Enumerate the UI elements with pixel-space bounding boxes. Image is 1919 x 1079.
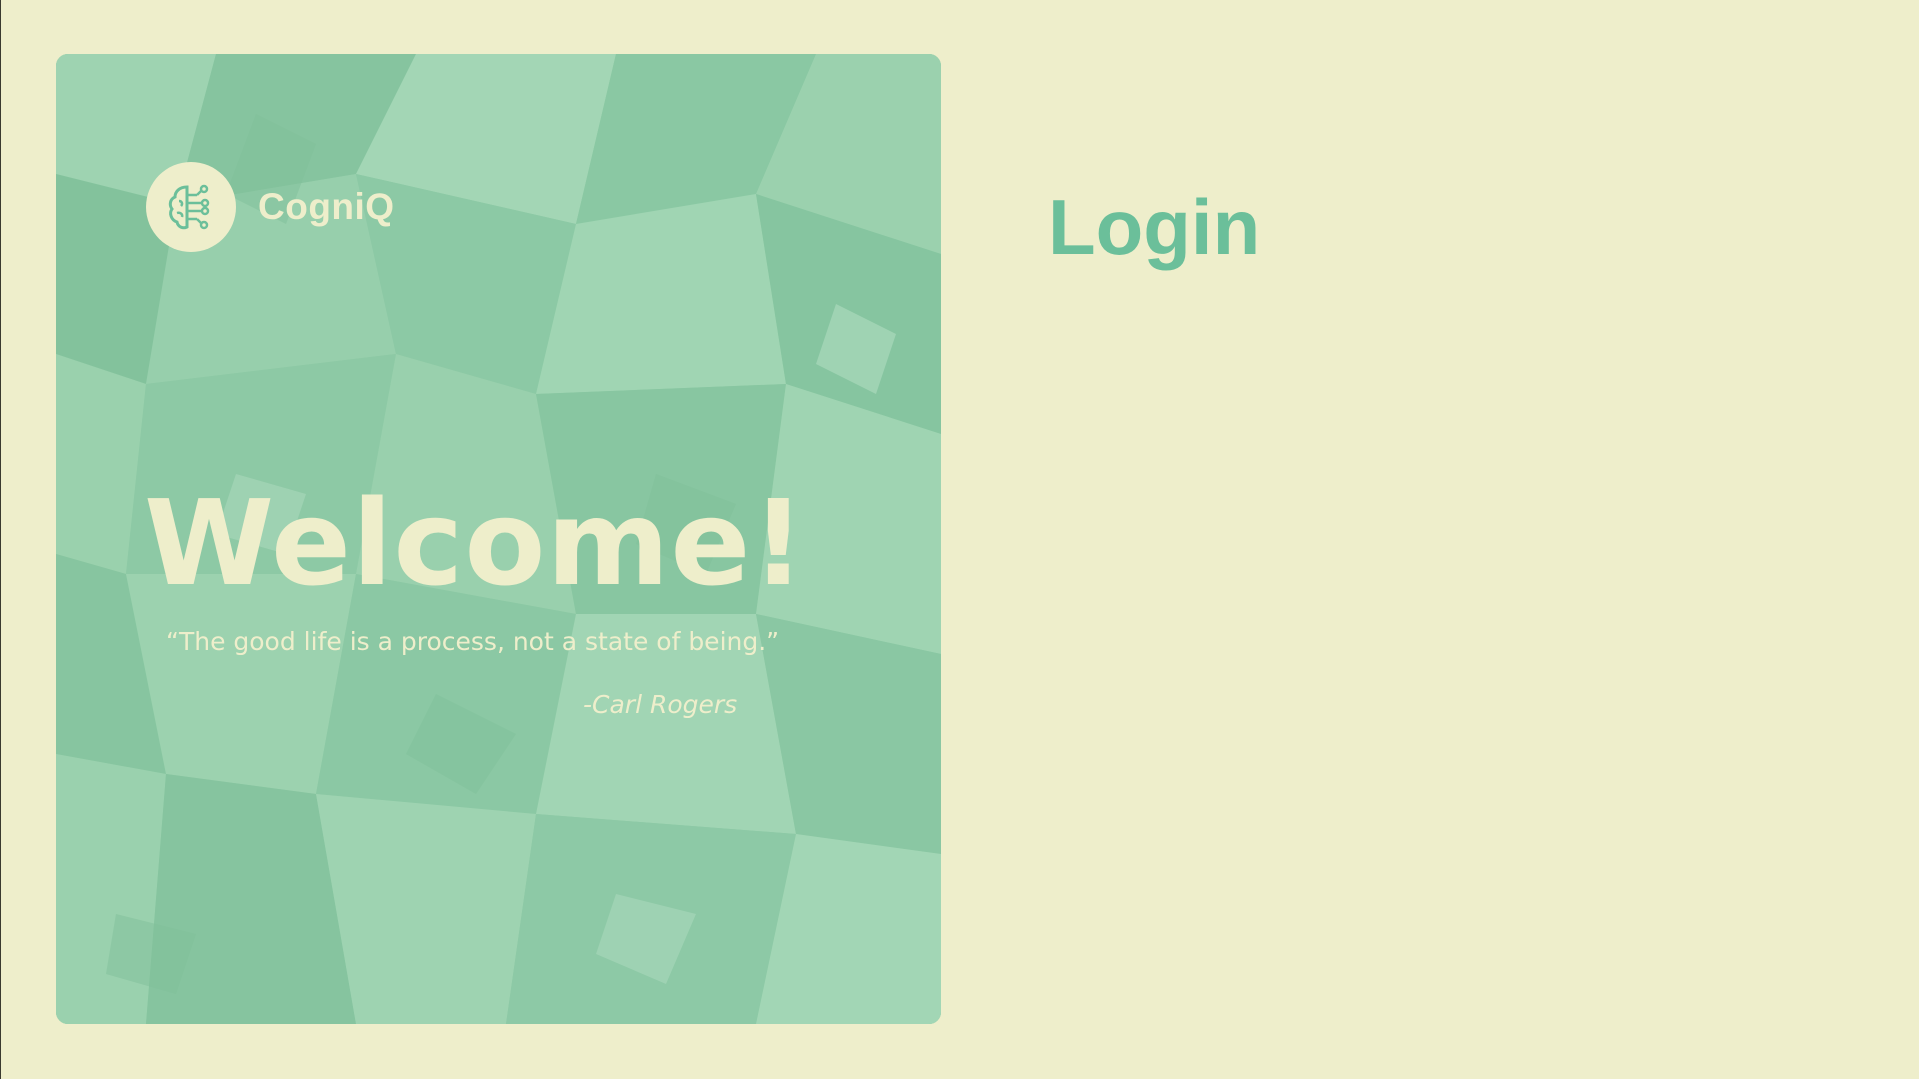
brand: CogniQ: [146, 162, 395, 252]
welcome-heading: Welcome!: [144, 474, 807, 612]
quote-text: “The good life is a process, not a state…: [166, 627, 780, 656]
hero-panel: CogniQ Welcome! “The good life is a proc…: [56, 54, 941, 1024]
login-page: CogniQ Welcome! “The good life is a proc…: [0, 0, 1919, 1079]
brand-name: CogniQ: [258, 186, 395, 227]
brain-circuit-icon: [146, 162, 236, 252]
quote-author: -Carl Rogers: [583, 690, 738, 719]
login-title: Login: [1048, 183, 1261, 271]
